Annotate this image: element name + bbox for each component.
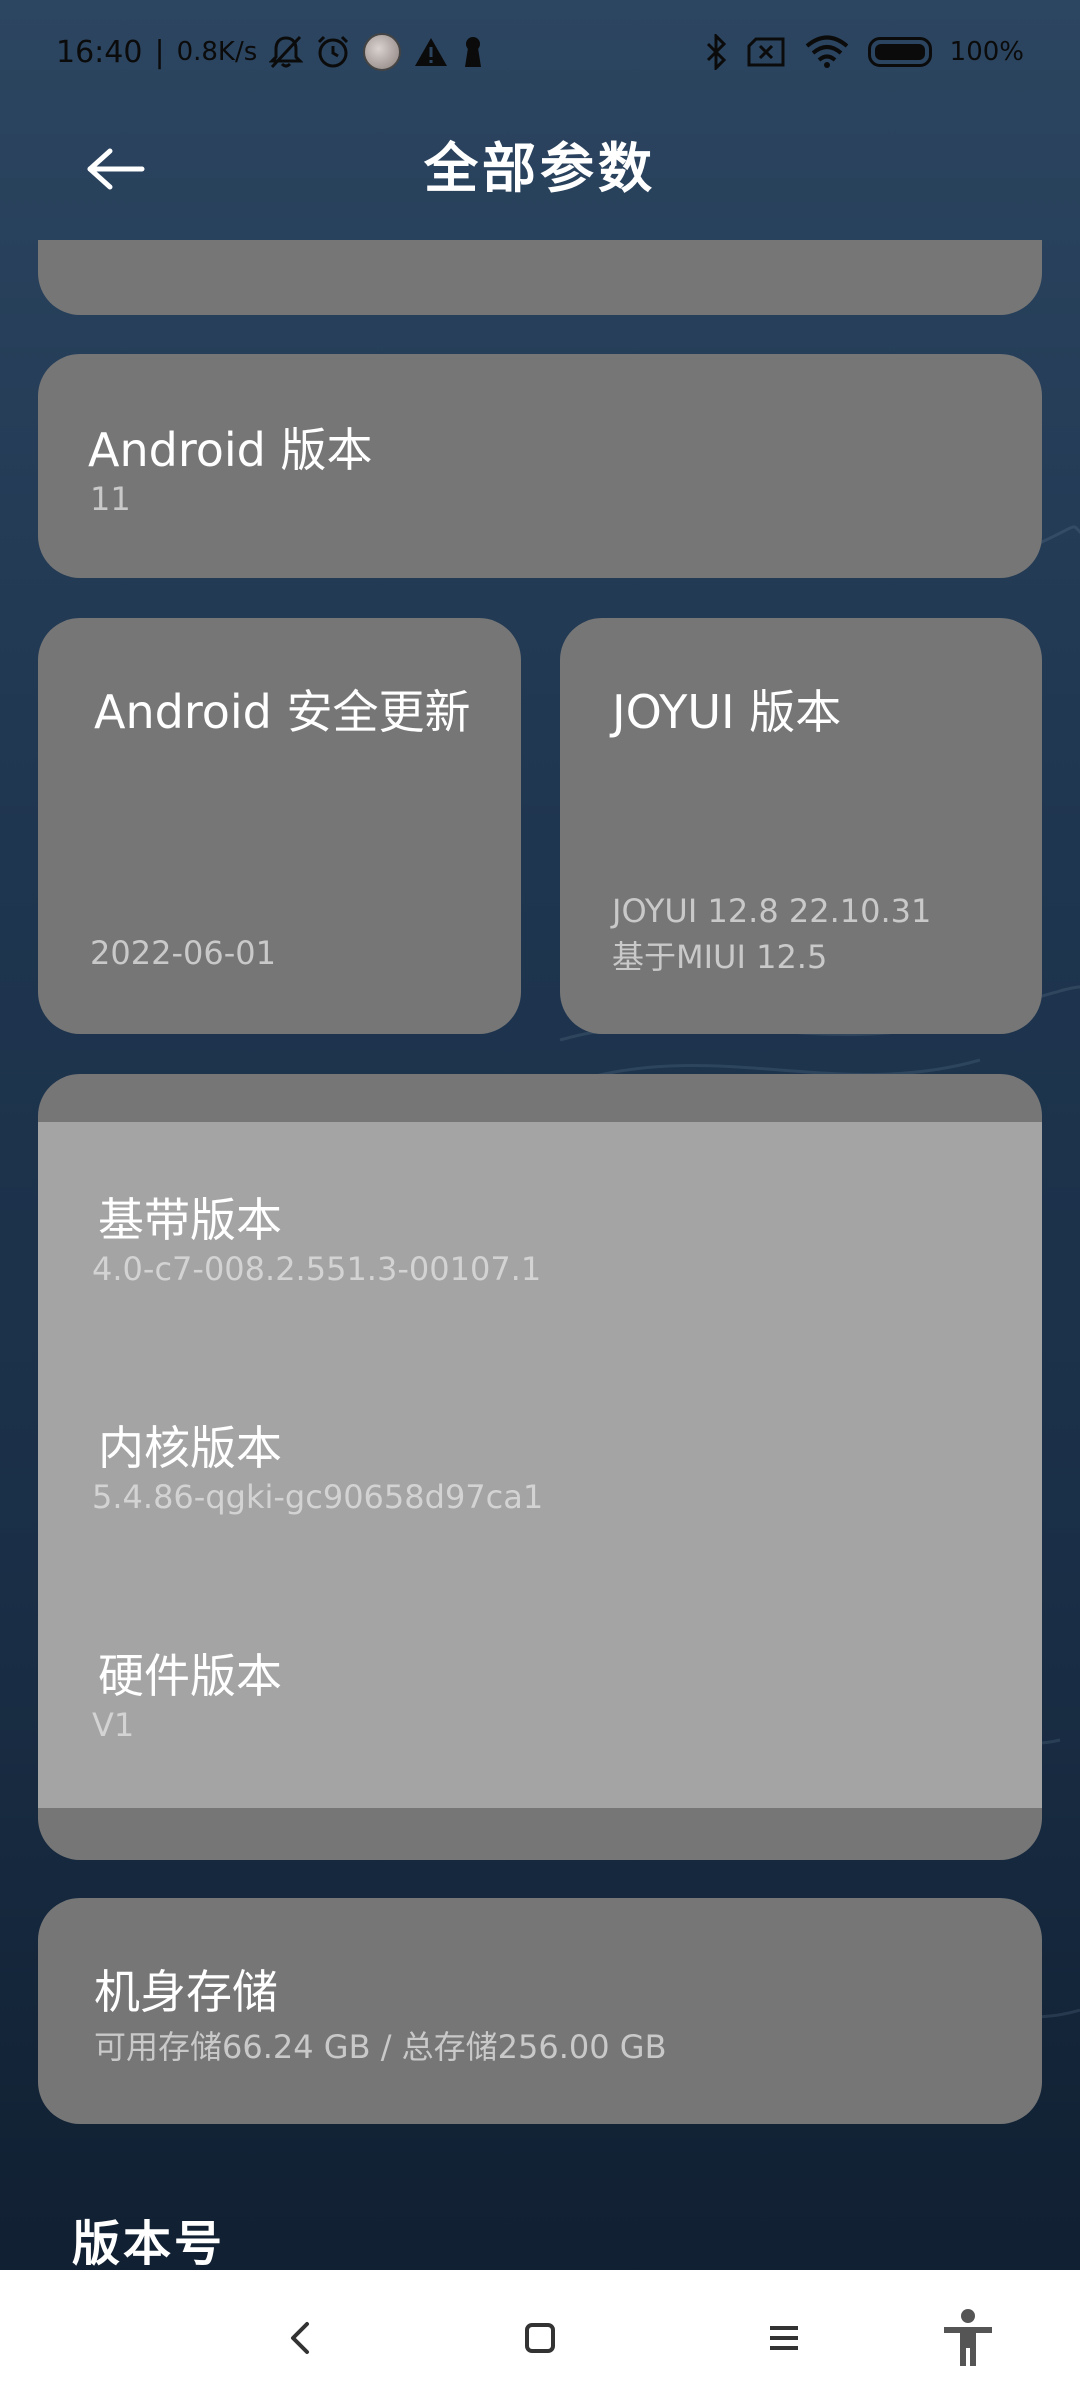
alarm-icon xyxy=(315,34,351,70)
nav-back-button[interactable] xyxy=(260,2298,340,2378)
accessibility-button[interactable] xyxy=(928,2298,1008,2378)
hardware-label: 硬件版本 xyxy=(98,1649,282,1703)
recents-nav-icon xyxy=(770,2326,798,2350)
joyui-version-label: JOYUI 版本 xyxy=(612,685,842,739)
hardware-value: V1 xyxy=(92,1706,135,1744)
hardware-item[interactable]: 硬件版本 V1 xyxy=(38,1578,1042,1806)
status-left: 16:40 | 0.8K/s xyxy=(56,30,485,74)
page-title: 全部参数 xyxy=(424,137,656,200)
kernel-item[interactable]: 内核版本 5.4.86-qgki-gc90658d97ca1 xyxy=(38,1350,1042,1578)
nav-home-button[interactable] xyxy=(500,2298,580,2378)
wifi-icon xyxy=(804,35,850,69)
avatar xyxy=(363,33,402,71)
keyhole-icon xyxy=(461,35,485,69)
app-header: 全部参数 xyxy=(0,104,1080,234)
storage-value: 可用存储66.24 GB / 总存储256.00 GB xyxy=(94,2028,667,2066)
security-patch-value: 2022-06-01 xyxy=(90,934,276,972)
card-partial-top xyxy=(38,240,1042,315)
card-version-group: 基带版本 4.0-c7-008.2.551.3-00107.1 内核版本 5.4… xyxy=(38,1074,1042,1860)
status-separator: | xyxy=(154,34,165,70)
card-android-version[interactable]: Android 版本 11 xyxy=(38,354,1042,578)
kernel-value: 5.4.86-qgki-gc90658d97ca1 xyxy=(92,1478,544,1516)
security-patch-label: Android 安全更新 xyxy=(94,685,471,739)
accessibility-icon xyxy=(944,2309,992,2366)
status-net-speed: 0.8K/s xyxy=(176,37,258,67)
version-group-highlight: 基带版本 4.0-c7-008.2.551.3-00107.1 内核版本 5.4… xyxy=(38,1122,1042,1808)
navigation-bar xyxy=(0,2270,1080,2400)
android-version-value: 11 xyxy=(90,480,131,518)
warning-icon xyxy=(413,36,449,68)
bluetooth-icon xyxy=(704,34,728,70)
android-version-label: Android 版本 xyxy=(88,423,373,477)
bell-off-icon xyxy=(269,34,304,70)
card-joyui-version[interactable]: JOYUI 版本 JOYUI 12.8 22.10.31 基于MIUI 12.5 xyxy=(560,618,1042,1034)
battery-percent: 100% xyxy=(949,37,1024,67)
joyui-version-line1: JOYUI 12.8 22.10.31 xyxy=(612,892,932,930)
back-nav-icon xyxy=(291,2322,309,2354)
battery-icon xyxy=(867,37,932,67)
status-bar: 16:40 | 0.8K/s 100% xyxy=(0,0,1080,104)
status-right: 100% xyxy=(704,30,1024,74)
nav-recents-button[interactable] xyxy=(744,2298,824,2378)
joyui-version-value: JOYUI 12.8 22.10.31 基于MIUI 12.5 xyxy=(612,888,931,980)
baseband-item[interactable]: 基带版本 4.0-c7-008.2.551.3-00107.1 xyxy=(38,1122,1042,1350)
baseband-label: 基带版本 xyxy=(98,1193,282,1247)
status-time: 16:40 xyxy=(56,34,143,70)
sim-off-icon xyxy=(746,36,786,68)
build-number-section-title: 版本号 xyxy=(72,2216,226,2272)
storage-label: 机身存储 xyxy=(94,1965,278,2019)
card-security-patch[interactable]: Android 安全更新 2022-06-01 xyxy=(38,618,521,1034)
card-storage[interactable]: 机身存储 可用存储66.24 GB / 总存储256.00 GB xyxy=(38,1898,1042,2124)
joyui-version-line2: 基于MIUI 12.5 xyxy=(612,938,828,976)
home-nav-icon xyxy=(525,2323,555,2353)
baseband-value: 4.0-c7-008.2.551.3-00107.1 xyxy=(92,1250,542,1288)
kernel-label: 内核版本 xyxy=(98,1421,282,1475)
